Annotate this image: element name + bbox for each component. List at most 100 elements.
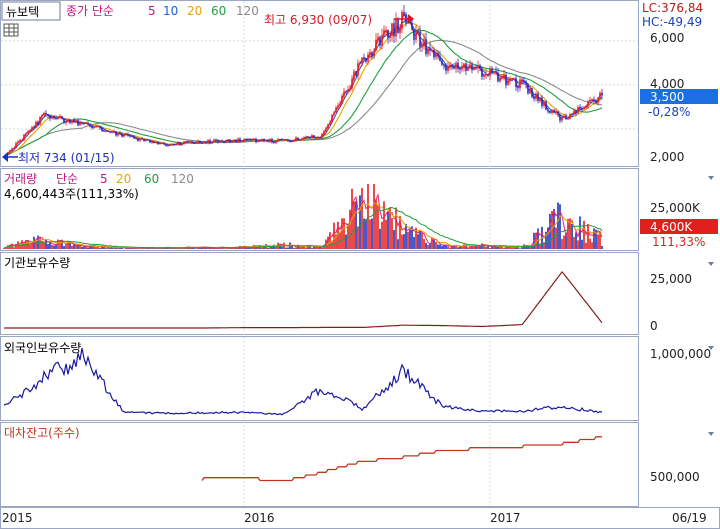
volume-bar [481,243,483,249]
candle-body [453,66,455,69]
volume-bar [179,248,181,250]
volume-bar [69,243,71,249]
candle-body [83,123,85,124]
volume-bar [261,247,263,249]
candle-body [513,78,515,80]
gridlines [1,1,638,506]
volume-bar [495,246,497,249]
candle-body [461,66,463,70]
volume-bar [387,212,389,249]
candle-body [337,105,339,108]
volume-bar [81,246,83,249]
volume-bar [401,234,403,249]
volume-bar [87,247,89,249]
candle-body [203,141,205,144]
candle-body [421,46,423,48]
ma-period-120: 120 [236,4,259,18]
candle-body [419,31,421,48]
volume-bar [267,247,269,249]
ma-line [3,17,603,159]
price-tick-4000: 4,000 [650,77,684,91]
loan-tick-500000: 500,000 [650,470,700,484]
volume-bar [373,184,375,249]
volume-bar [53,245,55,249]
loan-panel[interactable] [0,422,639,507]
candle-body [179,141,181,146]
candle-body [75,120,77,123]
candle-body [225,140,227,143]
candle-body [315,137,317,139]
candle-body [517,87,519,89]
candle-body [553,109,555,114]
candle-body [79,122,81,126]
candle-body [401,12,403,29]
volume-bar [457,247,459,249]
chevron-down-icon[interactable] [708,432,714,436]
volume-bar [375,199,377,249]
candle-body [485,74,487,75]
candle-body [269,138,271,143]
candle-body [277,139,279,141]
volume-bar [467,247,469,249]
chevron-down-icon[interactable] [708,262,714,266]
candle-body [369,52,371,55]
candle-body [571,114,573,115]
candle-body [17,141,19,144]
volume-bar [441,245,443,249]
foreign-tick-1000000: 1,000,000 [650,347,711,361]
candle-body [237,138,239,142]
candle-body [143,139,145,141]
candle-body [101,127,103,131]
candle-body [261,138,263,142]
volume-bar [573,237,575,249]
x-label-2016: 2016 [244,511,275,525]
panel-collapse-icons[interactable] [708,176,714,436]
low-annotation: 최저 734 (01/15) [18,151,115,165]
candle-body [173,144,175,145]
ma-period-20: 20 [187,4,202,18]
candle-body [339,103,341,106]
candle-body [213,139,215,142]
candle-body [209,140,211,144]
candle-body [591,99,593,101]
candle-body [69,119,71,123]
volume-bar [489,248,491,249]
grid-table-icon[interactable] [3,23,19,37]
chevron-down-icon[interactable] [708,176,714,180]
candle-body [455,62,457,69]
volume-bar [403,234,405,249]
volume-current-text: 4,600,443주(111,33%) [4,187,139,201]
candle-body [497,72,499,82]
candle-body [483,74,485,77]
candle-body [329,122,331,125]
volume-bar [519,248,521,249]
candle-body [245,139,247,140]
volume-bar [359,195,361,249]
candle-body [257,140,259,143]
candle-body [437,53,439,57]
candle-body [585,105,587,108]
volume-bar [355,201,357,249]
candle-body [35,121,37,129]
volume-bar [291,245,293,249]
candle-body [307,136,309,138]
candle-body [159,143,161,145]
candle-body [531,88,533,97]
volume-bar [391,218,393,249]
volume-bar [99,248,101,249]
candle-body [415,31,417,40]
candle-body [509,78,511,81]
candle-body [343,91,345,96]
candle-body [37,121,39,125]
inst-panel[interactable] [0,252,639,335]
candle-body [465,63,467,71]
volume-ma-60: 60 [144,172,159,186]
volume-bar [421,232,423,249]
candle-body [87,123,89,125]
candle-body [309,136,311,139]
candle-body [353,71,355,80]
x-label-2015: 2015 [2,511,33,525]
candle-body [357,63,359,76]
inst-label: 기관보유수량 [4,256,70,270]
candle-body [313,135,315,139]
